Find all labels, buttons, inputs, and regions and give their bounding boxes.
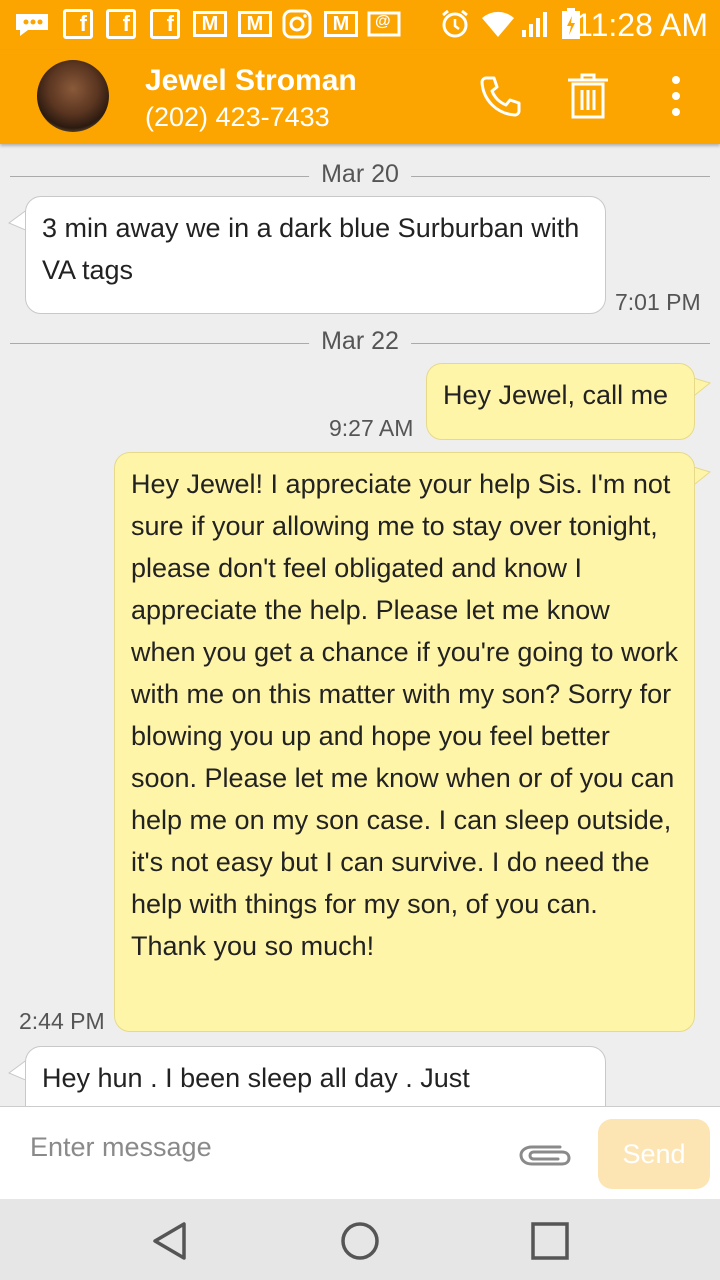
date-label: Mar 22: [309, 327, 411, 356]
message-composer: Send: [0, 1106, 720, 1200]
date-separator: Mar 22: [10, 323, 710, 363]
message-list[interactable]: Mar 20 3 min away we in a dark blue Surb…: [0, 144, 720, 1106]
message-bubble-incoming[interactable]: Hey hun . I been sleep all day . Just: [25, 1046, 606, 1106]
contact-name[interactable]: Jewel Stroman: [145, 64, 357, 98]
contact-phone[interactable]: (202) 423-7433: [145, 102, 330, 133]
trash-icon: [568, 73, 608, 119]
message-time: 9:27 AM: [329, 415, 414, 441]
facebook-icon: f: [63, 9, 93, 39]
signal-icon: [520, 9, 550, 39]
delete-button[interactable]: [562, 70, 614, 122]
more-vert-icon: [672, 76, 680, 116]
more-notifications-icon: [14, 9, 50, 39]
attach-button[interactable]: [516, 1135, 572, 1175]
clock: 11:28 AM: [575, 7, 708, 43]
message-input[interactable]: [18, 1119, 522, 1175]
conversation-header: Jewel Stroman (202) 423-7433: [0, 50, 720, 144]
instagram-icon: [282, 9, 312, 39]
alarm-icon: [440, 9, 470, 39]
status-bar: f f f M M M @ 11:28 AM: [0, 0, 720, 50]
message-text: Hey Jewel, call me: [443, 380, 669, 410]
wifi-icon: [480, 9, 516, 39]
gmail-icon: M: [238, 11, 272, 37]
gmail-icon: M: [324, 11, 358, 37]
message-time: 7:01 PM: [615, 289, 701, 315]
recents-icon[interactable]: [526, 1217, 574, 1265]
facebook-icon: f: [150, 9, 180, 39]
date-label: Mar 20: [309, 160, 411, 189]
message-time: 2:44 PM: [19, 1008, 105, 1034]
back-icon[interactable]: [146, 1217, 194, 1265]
paperclip-icon: [519, 1145, 571, 1166]
contact-avatar[interactable]: [37, 60, 109, 132]
facebook-icon: f: [106, 9, 136, 39]
message-bubble-outgoing[interactable]: Hey Jewel! I appreciate your help Sis. I…: [114, 452, 695, 1032]
call-button[interactable]: [474, 70, 526, 122]
phone-icon: [480, 76, 521, 117]
more-options-button[interactable]: [650, 70, 702, 122]
home-icon[interactable]: [336, 1217, 384, 1265]
message-bubble-outgoing[interactable]: Hey Jewel, call me: [426, 363, 695, 440]
gmail-icon: M: [193, 11, 227, 37]
message-bubble-incoming[interactable]: 3 min away we in a dark blue Surburban w…: [25, 196, 606, 314]
date-separator: Mar 20: [10, 156, 710, 196]
message-text: Hey Jewel! I appreciate your help Sis. I…: [131, 469, 678, 961]
message-text: 3 min away we in a dark blue Surburban w…: [42, 213, 580, 285]
message-text: Hey hun . I been sleep all day . Just: [42, 1063, 470, 1093]
email-icon: @: [367, 9, 401, 39]
system-nav-bar: [0, 1199, 720, 1280]
send-button[interactable]: Send: [598, 1119, 710, 1189]
